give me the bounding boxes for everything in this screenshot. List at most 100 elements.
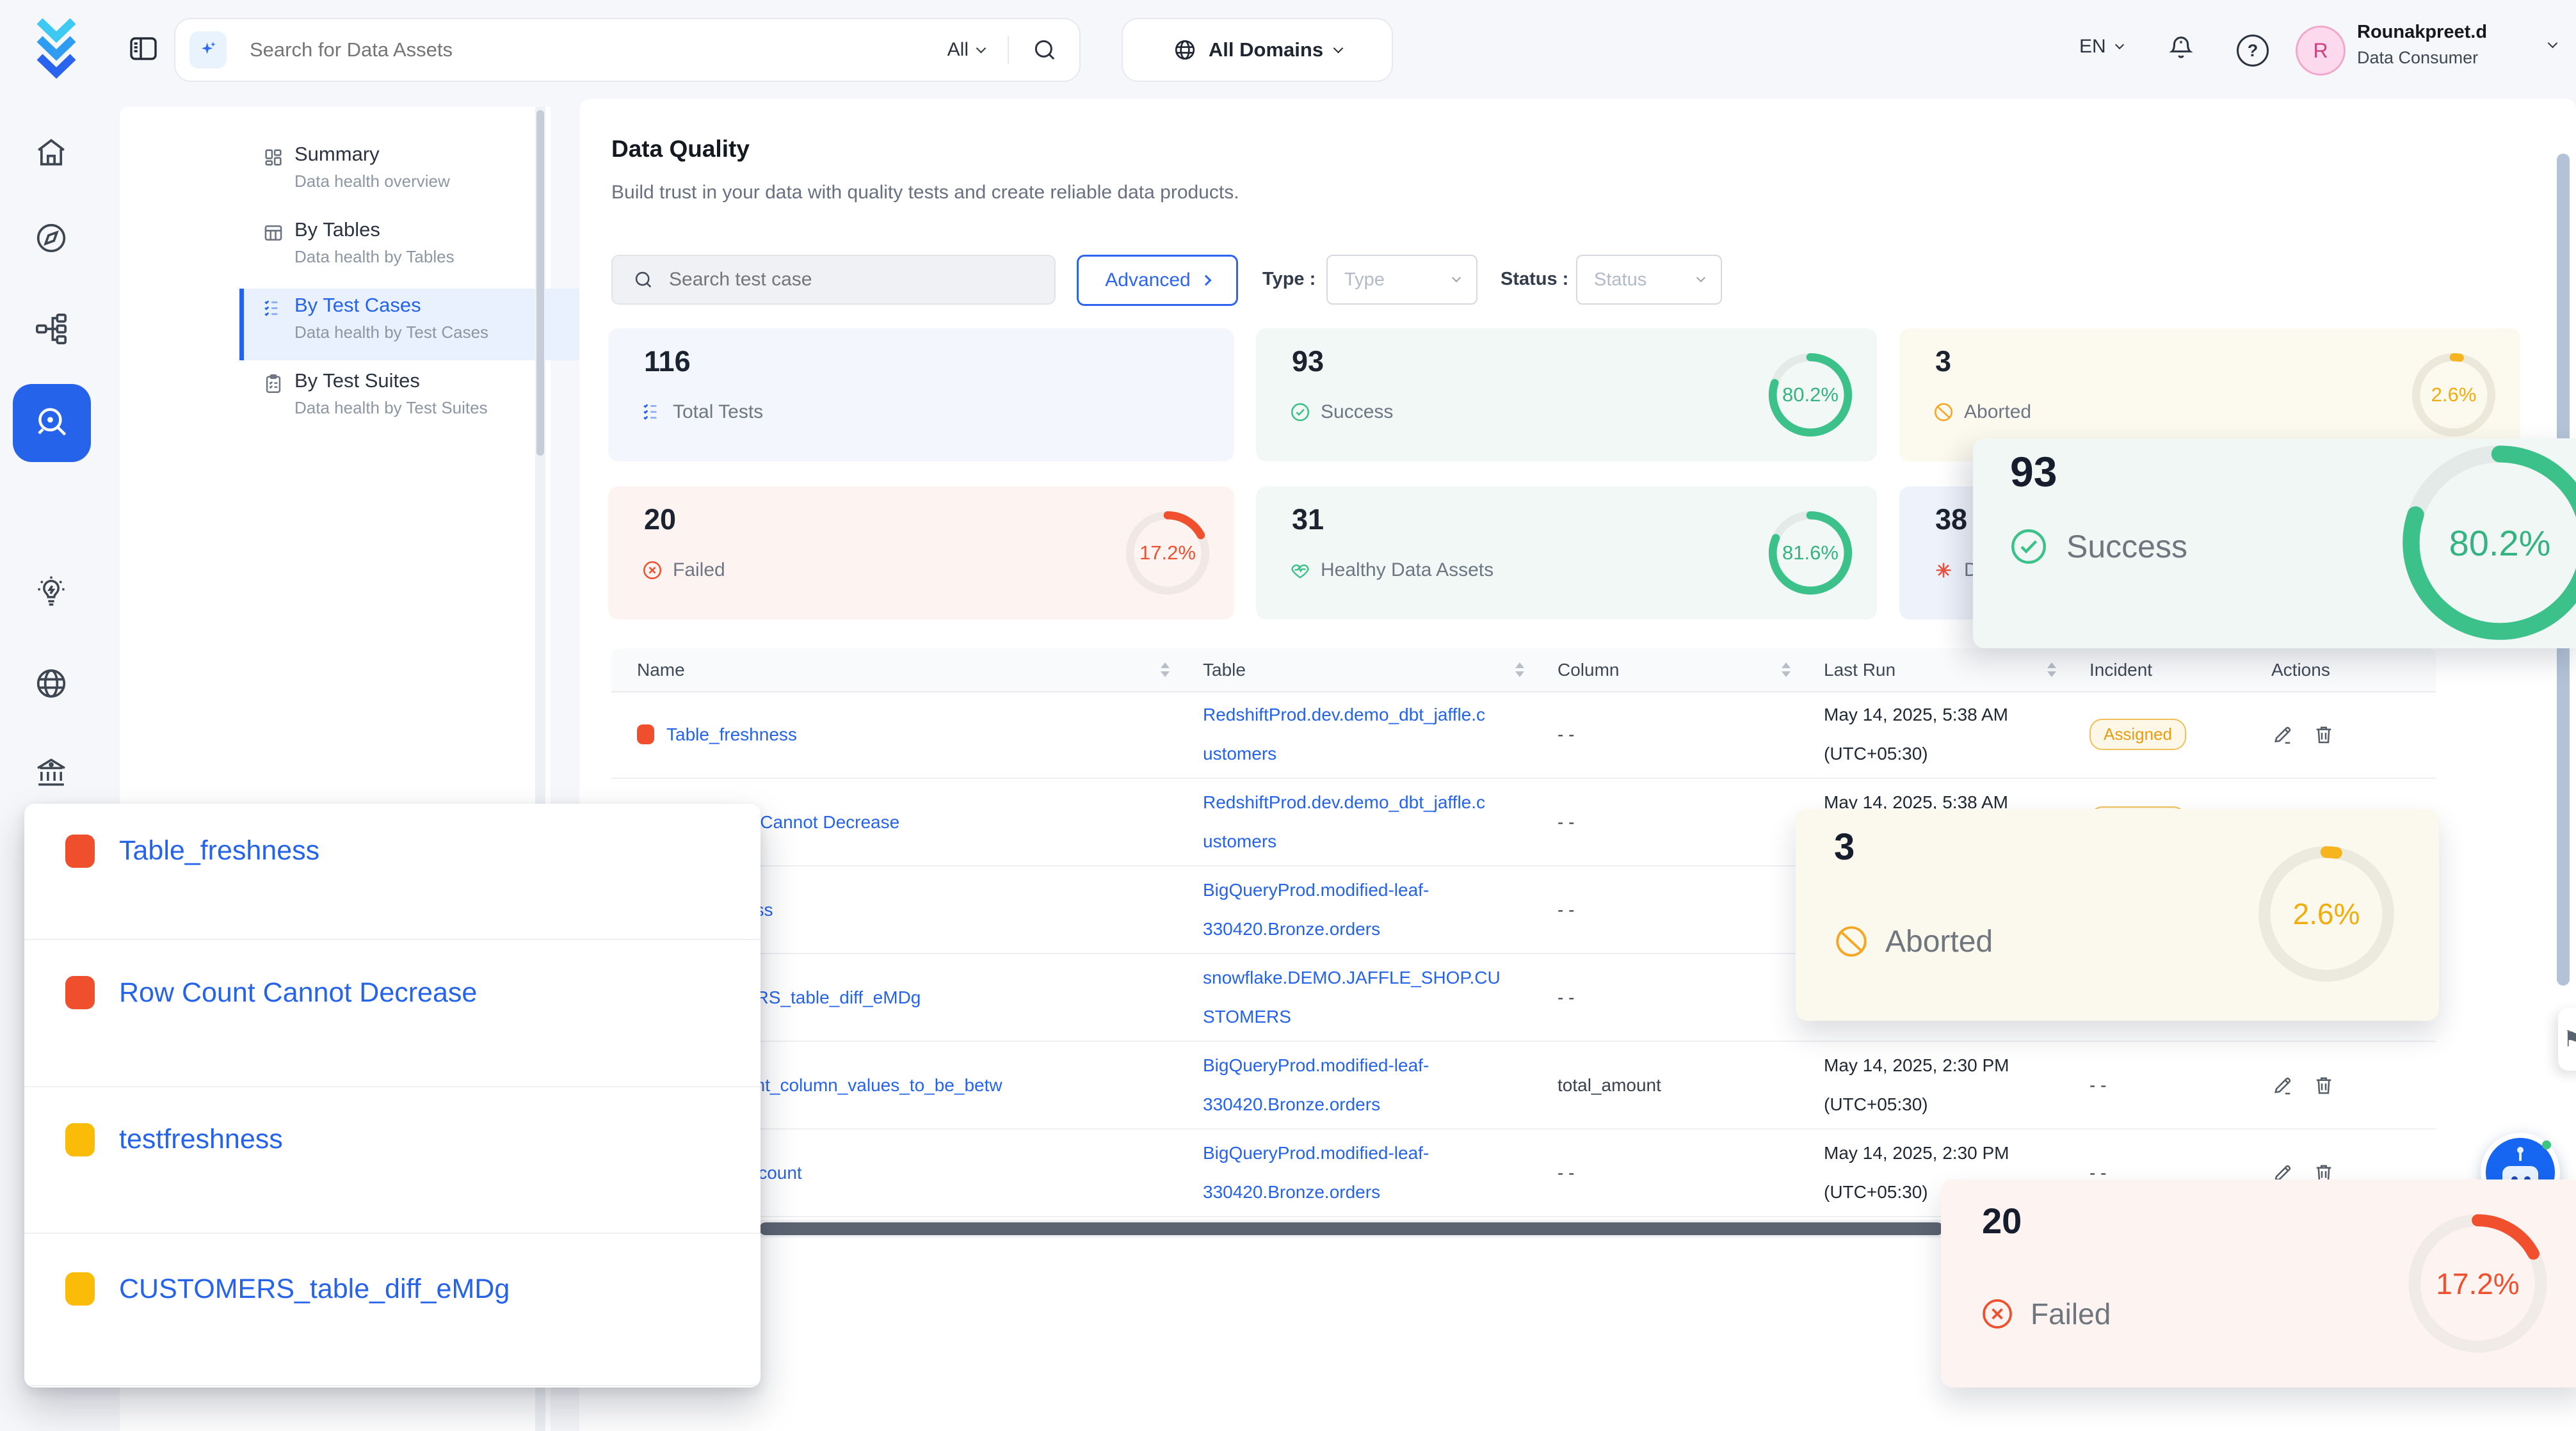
search-input[interactable] [248,38,947,62]
search-icon[interactable] [1032,37,1058,63]
delete-icon[interactable] [2312,723,2335,746]
divider [1008,36,1009,64]
advanced-button[interactable]: Advanced [1077,255,1238,306]
test-case-link[interactable]: Table_freshness [119,830,319,872]
success-pct: 80.2% [1766,350,1855,440]
governance-bank-icon[interactable] [33,754,69,790]
test-case-search[interactable] [611,255,1056,305]
status-badge [65,976,95,1009]
sidebar-toggle-icon[interactable] [128,33,159,64]
table-link[interactable]: snowflake.DEMO.JAFFLE_SHOP.CU STOMERS [1203,959,1501,1035]
success-pct-large: 80.2% [2394,437,2576,648]
stat-card-healthy-assets: 31 Healthy Data Assets 81.6% [1256,486,1877,620]
chevron-down-icon [2548,38,2558,49]
compass-icon[interactable] [33,220,69,256]
sort-icon[interactable] [1161,662,1170,677]
sidenav-scrollbar-thumb[interactable] [536,110,544,456]
stat-card-total-tests: 116 Total Tests [608,328,1234,461]
table-link[interactable]: BigQueryProd.modified-leaf- 330420.Bronz… [1203,1046,1429,1123]
globe-icon[interactable] [33,666,69,701]
notifications-bell-icon[interactable] [2166,33,2196,63]
column-header-name[interactable]: Name [611,660,1203,680]
test-case-link[interactable]: testfreshness [119,1119,283,1160]
home-icon[interactable] [33,134,69,170]
status-badge [65,1123,95,1156]
language-selector[interactable]: EN [2079,36,2123,58]
failed-pct-large: 17.2% [2403,1208,2553,1359]
chevron-down-icon [2115,40,2124,49]
column-cell: - - [1558,724,1824,745]
list-item: Row Count Cannot Decrease [24,940,761,1087]
search-scope-dropdown[interactable]: All [947,39,985,61]
status-badge [637,724,654,744]
test-case-link[interactable]: Row Count Cannot Decrease [119,972,477,1014]
edit-icon[interactable] [2271,723,2294,746]
user-avatar[interactable]: R [2296,26,2346,76]
edit-icon[interactable] [2271,1074,2294,1097]
circle-check-icon [2008,525,2050,568]
test-list-callout: Table_freshness Row Count Cannot Decreas… [24,804,761,1387]
search-icon [633,269,654,290]
column-cell: total_amount [1558,1075,1824,1096]
table-link[interactable]: BigQueryProd.modified-leaf- 330420.Bronz… [1203,871,1429,948]
list-item: total_amount_column_values_to_be_betw ee… [24,1386,761,1387]
table-header: Name Table Column Last Run Incident Acti… [611,648,2436,692]
list-item: CUSTOMERS_table_diff_eMDg [24,1234,761,1386]
test-case-link[interactable]: CUSTOMERS_table_diff_eMDg [119,1268,510,1310]
stat-card-failed: 20 Failed 17.2% [608,486,1234,620]
checklist-icon [262,298,284,319]
status-badge [65,835,95,868]
last-run-cell: May 14, 2025, 2:30 PM (UTC+05:30) [1824,1046,2089,1123]
table-link[interactable]: RedshiftProd.dev.demo_dbt_jaffle.c ustom… [1203,783,1485,860]
chevron-down-icon [1696,273,1705,282]
lineage-icon[interactable] [33,311,69,347]
user-menu[interactable]: Rounakpreet.d Data Consumer [2357,22,2543,68]
status-filter-select[interactable]: Status [1576,255,1722,305]
page-title: Data Quality [611,136,750,163]
chevron-right-icon [1200,275,1211,286]
help-icon[interactable]: ? [2237,35,2269,67]
status-filter-label: Status : [1501,269,1568,290]
side-panel-handle[interactable]: ⚑ [2558,1008,2576,1071]
sort-icon[interactable] [1782,662,1791,677]
list-item: testfreshness [24,1087,761,1234]
domains-dropdown[interactable]: All Domains [1122,18,1393,82]
column-header-table[interactable]: Table [1203,660,1558,680]
incident-cell: - - [2089,1075,2271,1096]
column-header-column[interactable]: Column [1558,660,1824,680]
table-row: Table_freshness RedshiftProd.dev.demo_db… [611,691,2436,779]
type-filter-select[interactable]: Type [1326,255,1477,305]
ai-search-icon[interactable] [189,31,227,68]
app-logo-icon[interactable] [36,14,77,81]
topbar: All All Domains EN ? R Rounakpreet.d Dat… [0,0,2576,96]
column-header-actions: Actions [2271,660,2436,680]
table-icon [262,222,284,244]
incident-badge[interactable]: Assigned [2089,719,2186,750]
column-cell: - - [1558,900,1824,920]
success-callout: 93 Success 80.2% [1973,438,2576,648]
chevron-down-icon [1452,273,1461,282]
aborted-pct: 2.6% [2409,350,2499,440]
table-hscrollbar-thumb[interactable] [759,1222,1944,1235]
delete-icon[interactable] [2312,1074,2335,1097]
globe-icon [1173,38,1197,62]
sort-icon[interactable] [1515,662,1524,677]
table-link[interactable]: BigQueryProd.modified-leaf- 330420.Bronz… [1203,1134,1429,1211]
chevron-down-icon [1333,43,1344,53]
slash-circle-icon [1833,923,1870,960]
flag-icon: ⚑ [2563,1027,2576,1052]
x-circle-icon [641,559,663,581]
failed-callout: 20 Failed 17.2% [1941,1179,2576,1387]
sort-icon[interactable] [2047,662,2056,677]
column-header-last-run[interactable]: Last Run [1824,660,2089,680]
global-search[interactable]: All [174,18,1081,82]
burst-icon [1933,559,1954,581]
chevron-down-icon [976,43,986,53]
dashboard-icon [262,147,284,168]
test-case-search-input[interactable] [668,268,1054,291]
table-link[interactable]: RedshiftProd.dev.demo_dbt_jaffle.c ustom… [1203,696,1485,772]
test-case-link[interactable]: Table_freshness [666,724,797,745]
insights-bulb-icon[interactable] [33,575,69,611]
data-quality-nav-active[interactable] [13,384,91,462]
checklist-icon [641,401,663,423]
